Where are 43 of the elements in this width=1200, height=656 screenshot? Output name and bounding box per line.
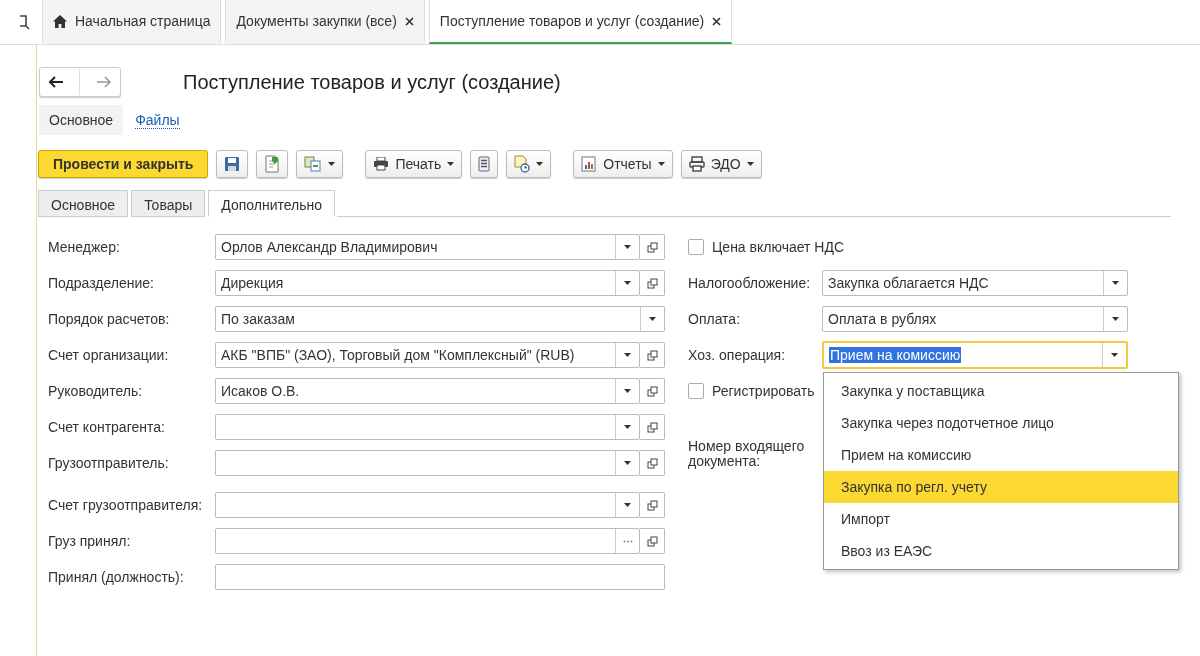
dropdown-option[interactable]: Ввоз из ЕАЭС [824,535,1178,567]
field-label: Груз принял: [48,533,132,549]
field-label: Подразделение: [48,275,155,291]
select-field[interactable]: Оплата в рублях [822,306,1128,332]
select-field[interactable]: Прием на комиссию [822,341,1128,369]
dropdown-option[interactable]: Закупка через подотчетное лицо [824,407,1178,439]
page-tab[interactable]: Дополнительно [208,190,336,217]
field-label: Оплата: [688,311,742,327]
tab[interactable]: Поступление товаров и услуг (создание) [428,0,733,44]
tab[interactable]: Документы закупки (все) [225,0,425,44]
toolbar-button[interactable]: Печать [365,150,463,178]
field-label: Счет грузоотправителя: [48,497,204,513]
field-label: Налогообложение: [688,275,812,291]
dropdown-option[interactable]: Закупка по регл. учету [824,471,1178,503]
dropdown-option[interactable]: Прием на комиссию [824,439,1178,471]
page-tab[interactable]: Основное [38,190,129,217]
input-field[interactable]: Исаков О.В. [215,378,640,404]
field-label: Руководитель: [48,383,144,399]
form-title: Поступление товаров и услуг (создание) [183,70,561,94]
input-field[interactable]: Орлов Александр Владимирович [215,234,640,260]
tab[interactable]: Начальная страница [42,0,222,44]
field-label: Порядок расчетов: [48,311,171,327]
checkbox-label: Цена включает НДС [712,239,845,255]
field-label: Принял (должность): [48,569,185,585]
field-label: Номер входящего документа: [688,439,806,469]
section-tab[interactable]: Основное [39,105,124,135]
field-label: Счет контрагента: [48,419,166,435]
toolbar-button[interactable]: ЭДО [680,150,762,178]
select-field[interactable]: Закупка облагается НДС [822,270,1128,296]
section-link[interactable]: Файлы [135,111,180,129]
input-field[interactable]: По заказам [215,306,665,332]
field-label: Грузоотправитель: [48,455,170,471]
field-label: Счет организации: [48,347,170,363]
page-tab[interactable]: Товары [131,190,206,217]
field-label: Хоз. операция: [688,347,787,363]
field-label: Менеджер: [48,239,121,255]
dropdown-option[interactable]: Импорт [824,503,1178,535]
post-and-close-button[interactable]: Провести и закрыть [38,150,209,178]
checkbox-label: Регистрировать [712,383,815,399]
dropdown-option[interactable]: Закупка у поставщика [824,375,1178,407]
input-field[interactable]: АКБ "ВПБ" (ЗАО), Торговый дом "Комплексный" (RUB) [215,342,640,368]
input-field[interactable]: Дирекция [215,270,640,296]
toolbar-button[interactable]: Отчеты [573,150,673,178]
